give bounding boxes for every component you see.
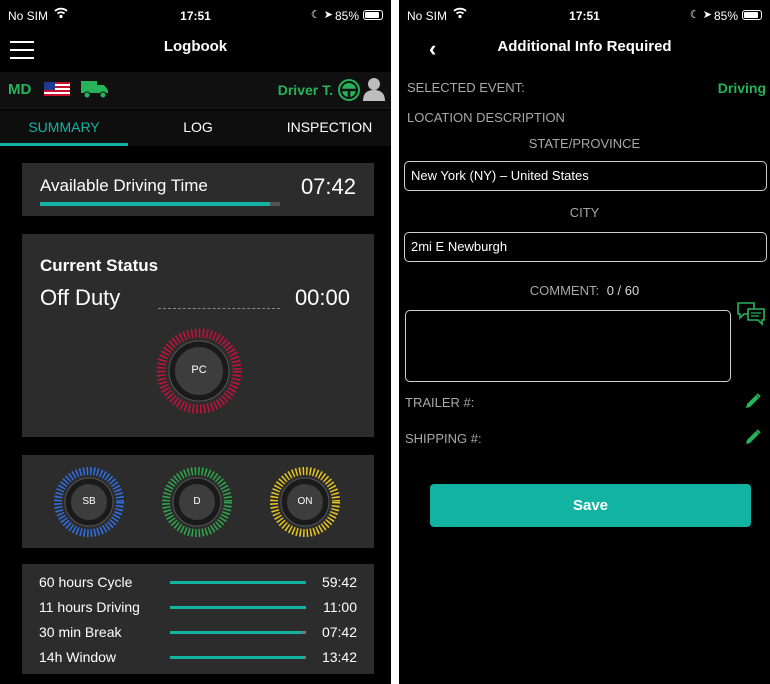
available-driving-bar-fill (40, 202, 271, 206)
status-divider (158, 308, 280, 309)
city-field[interactable]: 2mi E Newburgh (404, 232, 767, 262)
shipping-label: SHIPPING #: (405, 431, 482, 446)
tab-inspection[interactable]: INSPECTION (268, 110, 391, 146)
us-flag-icon (44, 82, 70, 101)
hours-row-bar (170, 656, 306, 659)
user-icon[interactable] (363, 77, 385, 106)
page-title: Logbook (163, 38, 228, 55)
pc-dial-label: PC (191, 364, 207, 376)
hours-row-value: 07:42 (321, 624, 357, 640)
current-status-panel: Current Status Off Duty 00:00 PC (22, 234, 374, 437)
hours-row-value: 11:00 (323, 599, 357, 615)
hours-row-label: 60 hours Cycle (39, 574, 133, 590)
hours-row-value: 13:42 (321, 649, 357, 665)
hours-row-bar-fill (170, 631, 302, 634)
logbook-screen: No SIM 17:51 ☾ ➤ 85% Logbook MD Driver T… (0, 0, 391, 684)
selected-event-label: SELECTED EVENT: (407, 80, 525, 95)
hours-row-label: 30 min Break (39, 624, 122, 640)
state-province-field[interactable]: New York (NY) – United States (404, 161, 767, 191)
hours-row-value: 59:42 (321, 574, 357, 590)
steering-wheel-icon (337, 78, 361, 107)
battery-percent: 85% (334, 9, 359, 23)
comment-textarea[interactable] (405, 310, 731, 382)
save-button[interactable]: Save (430, 484, 751, 527)
hours-row-bar (170, 606, 306, 609)
driver-name[interactable]: Driver T. (278, 82, 333, 98)
current-status-heading: Current Status (40, 256, 159, 275)
hours-row-bar (170, 581, 306, 584)
d-dial-label: D (193, 496, 201, 507)
tab-summary[interactable]: SUMMARY (0, 110, 128, 146)
hours-row: 60 hours Cycle 59:42 (22, 573, 374, 595)
state-province-label: STATE/PROVINCE (528, 136, 641, 151)
navbar: ‹ Additional Info Required (399, 30, 770, 66)
tab-log[interactable]: LOG (128, 110, 268, 146)
hours-row: 30 min Break 07:42 (22, 623, 374, 645)
hours-row-bar-fill (170, 606, 306, 609)
available-driving-label: Available Driving Time (40, 176, 208, 195)
trailer-edit-pencil-icon[interactable] (744, 392, 762, 415)
available-driving-value: 07:42 (300, 174, 356, 199)
selected-event-value: Driving (717, 80, 766, 96)
battery-percent: 85% (713, 9, 738, 23)
additional-info-screen: No SIM 17:51 ☾ ➤ 85% ‹ Additional Info R… (399, 0, 770, 684)
comment-header: COMMENT: 0 / 60 (399, 283, 770, 298)
chat-bubbles-icon[interactable] (736, 300, 766, 331)
current-status-value: Off Duty (40, 285, 121, 310)
d-dial[interactable]: D (161, 466, 233, 538)
tab-summary-indicator (0, 143, 128, 146)
location-description-label: LOCATION DESCRIPTION (407, 110, 565, 125)
hours-row-bar-fill (170, 581, 305, 584)
hours-row: 11 hours Driving 11:00 (22, 598, 374, 620)
duty-dials-panel: SB D ON (22, 455, 374, 548)
tab-bar: SUMMARY LOG INSPECTION (0, 110, 391, 146)
location-arrow-icon: ☾ ➤ (689, 9, 712, 21)
sb-dial-label: SB (82, 496, 96, 507)
on-dial-label: ON (297, 496, 313, 507)
sb-dial[interactable]: SB (53, 466, 125, 538)
city-label: CITY (569, 205, 600, 220)
driver-bar: MD Driver T. (0, 72, 391, 109)
truck-icon (80, 78, 110, 105)
pc-dial[interactable]: PC (155, 327, 243, 415)
comment-label: COMMENT: (529, 283, 600, 298)
shipping-edit-pencil-icon[interactable] (744, 428, 762, 451)
current-status-time: 00:00 (294, 285, 350, 310)
on-dial[interactable]: ON (269, 466, 341, 538)
hours-row-bar-fill (170, 656, 304, 659)
navbar: Logbook (0, 30, 391, 66)
page-title: Additional Info Required (497, 38, 672, 55)
comment-counter: 0 / 60 (606, 283, 640, 298)
info-form: SELECTED EVENT: Driving LOCATION DESCRIP… (399, 70, 770, 684)
hours-row-bar (170, 631, 306, 634)
battery-icon (363, 10, 383, 20)
available-driving-bar (40, 202, 280, 206)
available-driving-panel: Available Driving Time 07:42 (22, 163, 374, 216)
hours-row-label: 11 hours Driving (39, 599, 140, 615)
hours-row: 14h Window 13:42 (22, 648, 374, 670)
state-code: MD (8, 81, 32, 98)
hours-panel: 60 hours Cycle 59:42 11 hours Driving 11… (22, 564, 374, 674)
battery-icon (742, 10, 762, 20)
location-arrow-icon: ☾ ➤ (310, 9, 333, 21)
hours-row-label: 14h Window (39, 649, 117, 665)
trailer-label: TRAILER #: (405, 395, 475, 410)
